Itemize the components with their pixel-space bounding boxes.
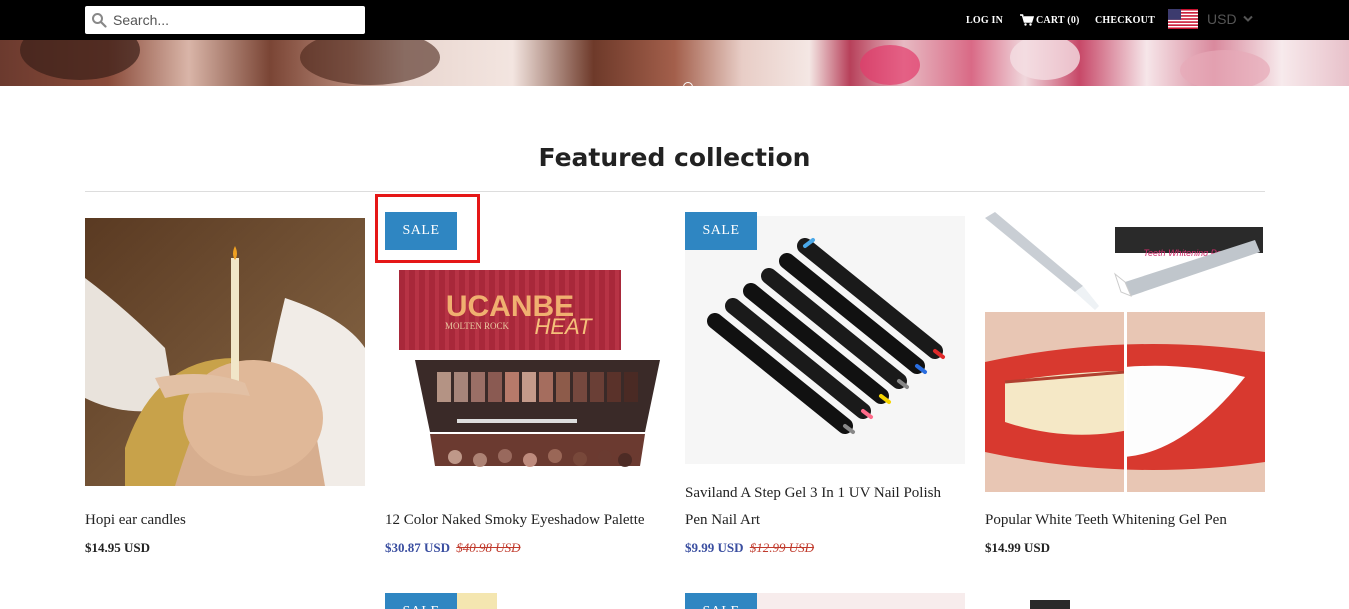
product-image[interactable] (685, 216, 965, 464)
palette-subtitle-text: MOLTEN ROCK (445, 321, 509, 331)
us-flag-icon (1168, 9, 1198, 29)
product-title[interactable]: 12 Color Naked Smoky Eyeshadow Palette (385, 507, 665, 534)
product-image[interactable] (1030, 600, 1070, 609)
highlight-box (375, 194, 480, 263)
sale-badge: SALE (385, 593, 457, 609)
hero-banner (0, 40, 1349, 86)
product-title[interactable]: Popular White Teeth Whitening Gel Pen (985, 507, 1265, 534)
currency-selector[interactable]: USD (1168, 8, 1253, 30)
login-link[interactable]: LOG IN (966, 0, 1003, 40)
cart-icon (1020, 14, 1034, 26)
palette-name-text: HEAT (534, 314, 593, 339)
product-price: $14.95 USD (85, 540, 150, 556)
checkout-link[interactable]: CHECKOUT (1095, 0, 1155, 40)
slider-dot[interactable] (683, 82, 693, 86)
product-price: $9.99 USD $12.99 USD (685, 540, 814, 556)
top-bar: LOG IN CART (0) CHECKOUT USD (0, 0, 1349, 40)
search-icon (85, 6, 113, 34)
search-box[interactable] (85, 6, 365, 34)
section-divider (85, 191, 1265, 192)
sale-badge: SALE (685, 212, 757, 250)
price-compare: $40.98 USD (456, 540, 521, 555)
product-image[interactable]: Teeth Whitening Pen (985, 212, 1265, 492)
cart-link[interactable]: CART (0) (1020, 0, 1080, 40)
product-price: $30.87 USD $40.98 USD (385, 540, 521, 556)
cart-label: CART (0) (1036, 14, 1080, 26)
product-title[interactable]: Hopi ear candles (85, 507, 365, 534)
sale-badge: SALE (685, 593, 757, 609)
product-image[interactable] (457, 593, 497, 609)
product-price: $14.99 USD (985, 540, 1050, 556)
product-image[interactable] (85, 218, 365, 486)
price-current: $14.95 USD (85, 540, 151, 555)
price-current: $30.87 USD (385, 540, 451, 555)
chevron-down-icon (1242, 15, 1253, 23)
search-input[interactable] (113, 8, 353, 32)
price-current: $14.99 USD (985, 540, 1051, 555)
currency-label: USD (1207, 11, 1237, 27)
price-current: $9.99 USD (685, 540, 744, 555)
section-title: Featured collection (538, 143, 811, 172)
price-compare: $12.99 USD (749, 540, 815, 555)
product-title[interactable]: Saviland A Step Gel 3 In 1 UV Nail Polis… (685, 480, 965, 534)
product-image[interactable] (757, 593, 965, 609)
